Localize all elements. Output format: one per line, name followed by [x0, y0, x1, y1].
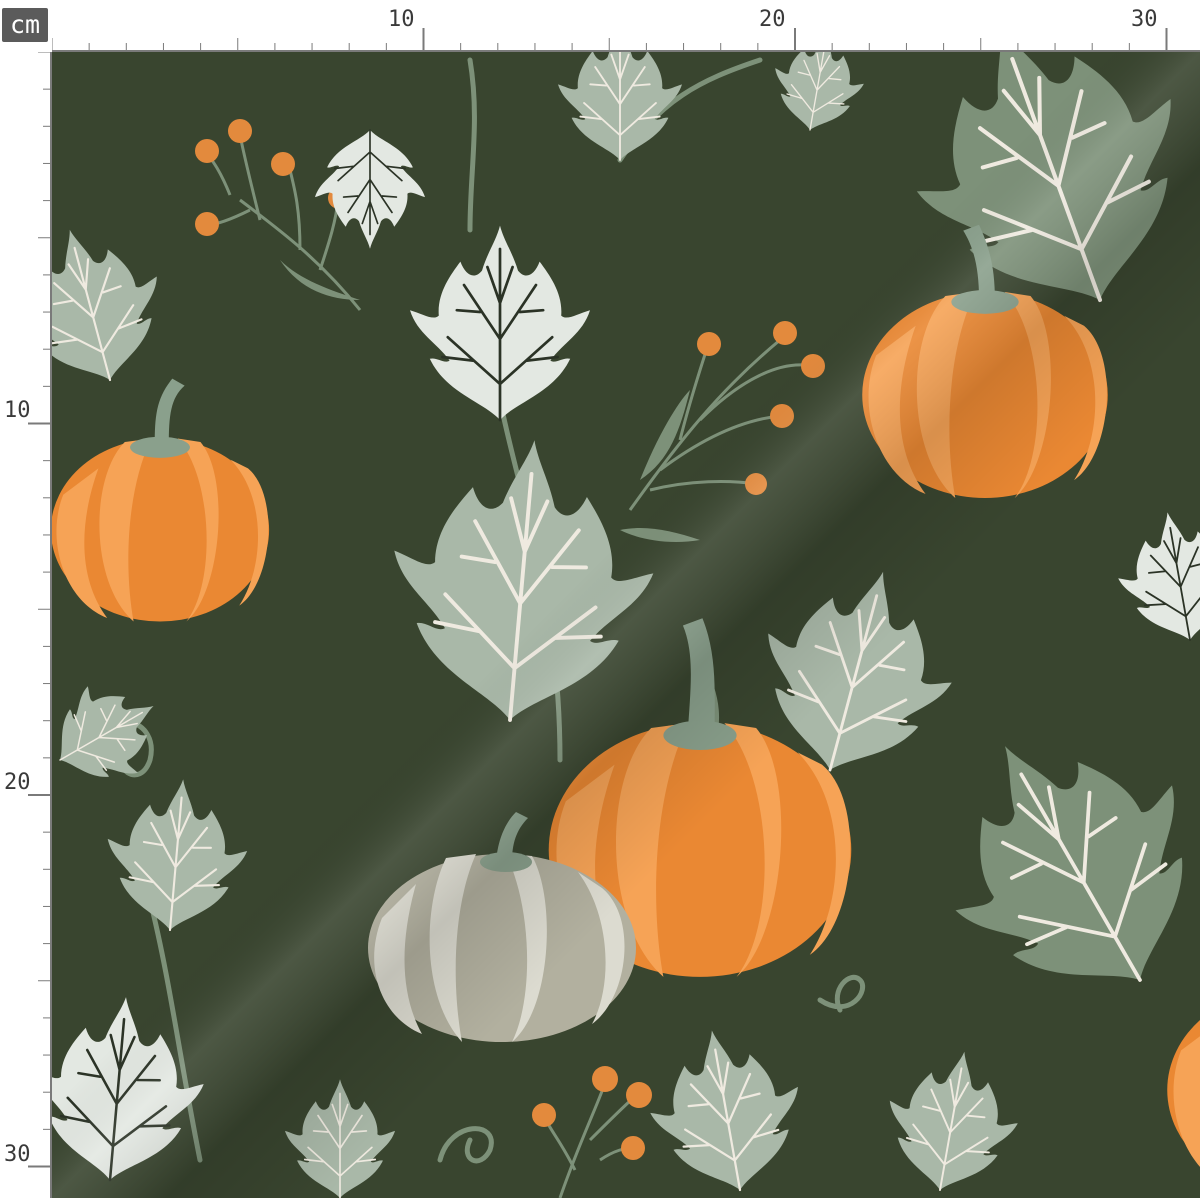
ruler-left-label-20: 20	[4, 770, 31, 795]
unit-label: cm	[2, 8, 48, 42]
ruler-top-label-30: 30	[1131, 7, 1158, 32]
ruler-top-label-20: 20	[759, 7, 786, 32]
ruler-top-ticks	[52, 28, 1200, 52]
ruler-top-label-10: 10	[388, 7, 415, 32]
ruler-left: 10 20 30	[0, 52, 52, 1198]
fabric-swatch	[52, 52, 1200, 1198]
unit-badge: cm	[0, 0, 52, 52]
ruler-left-ticks	[28, 52, 52, 1198]
ruler-left-label-30: 30	[4, 1142, 31, 1167]
fabric-fold-shading	[52, 52, 1200, 1198]
ruler-left-label-10: 10	[4, 398, 31, 423]
pattern-canvas	[52, 52, 1200, 1198]
ruler-top: 10 20 30	[52, 0, 1200, 52]
